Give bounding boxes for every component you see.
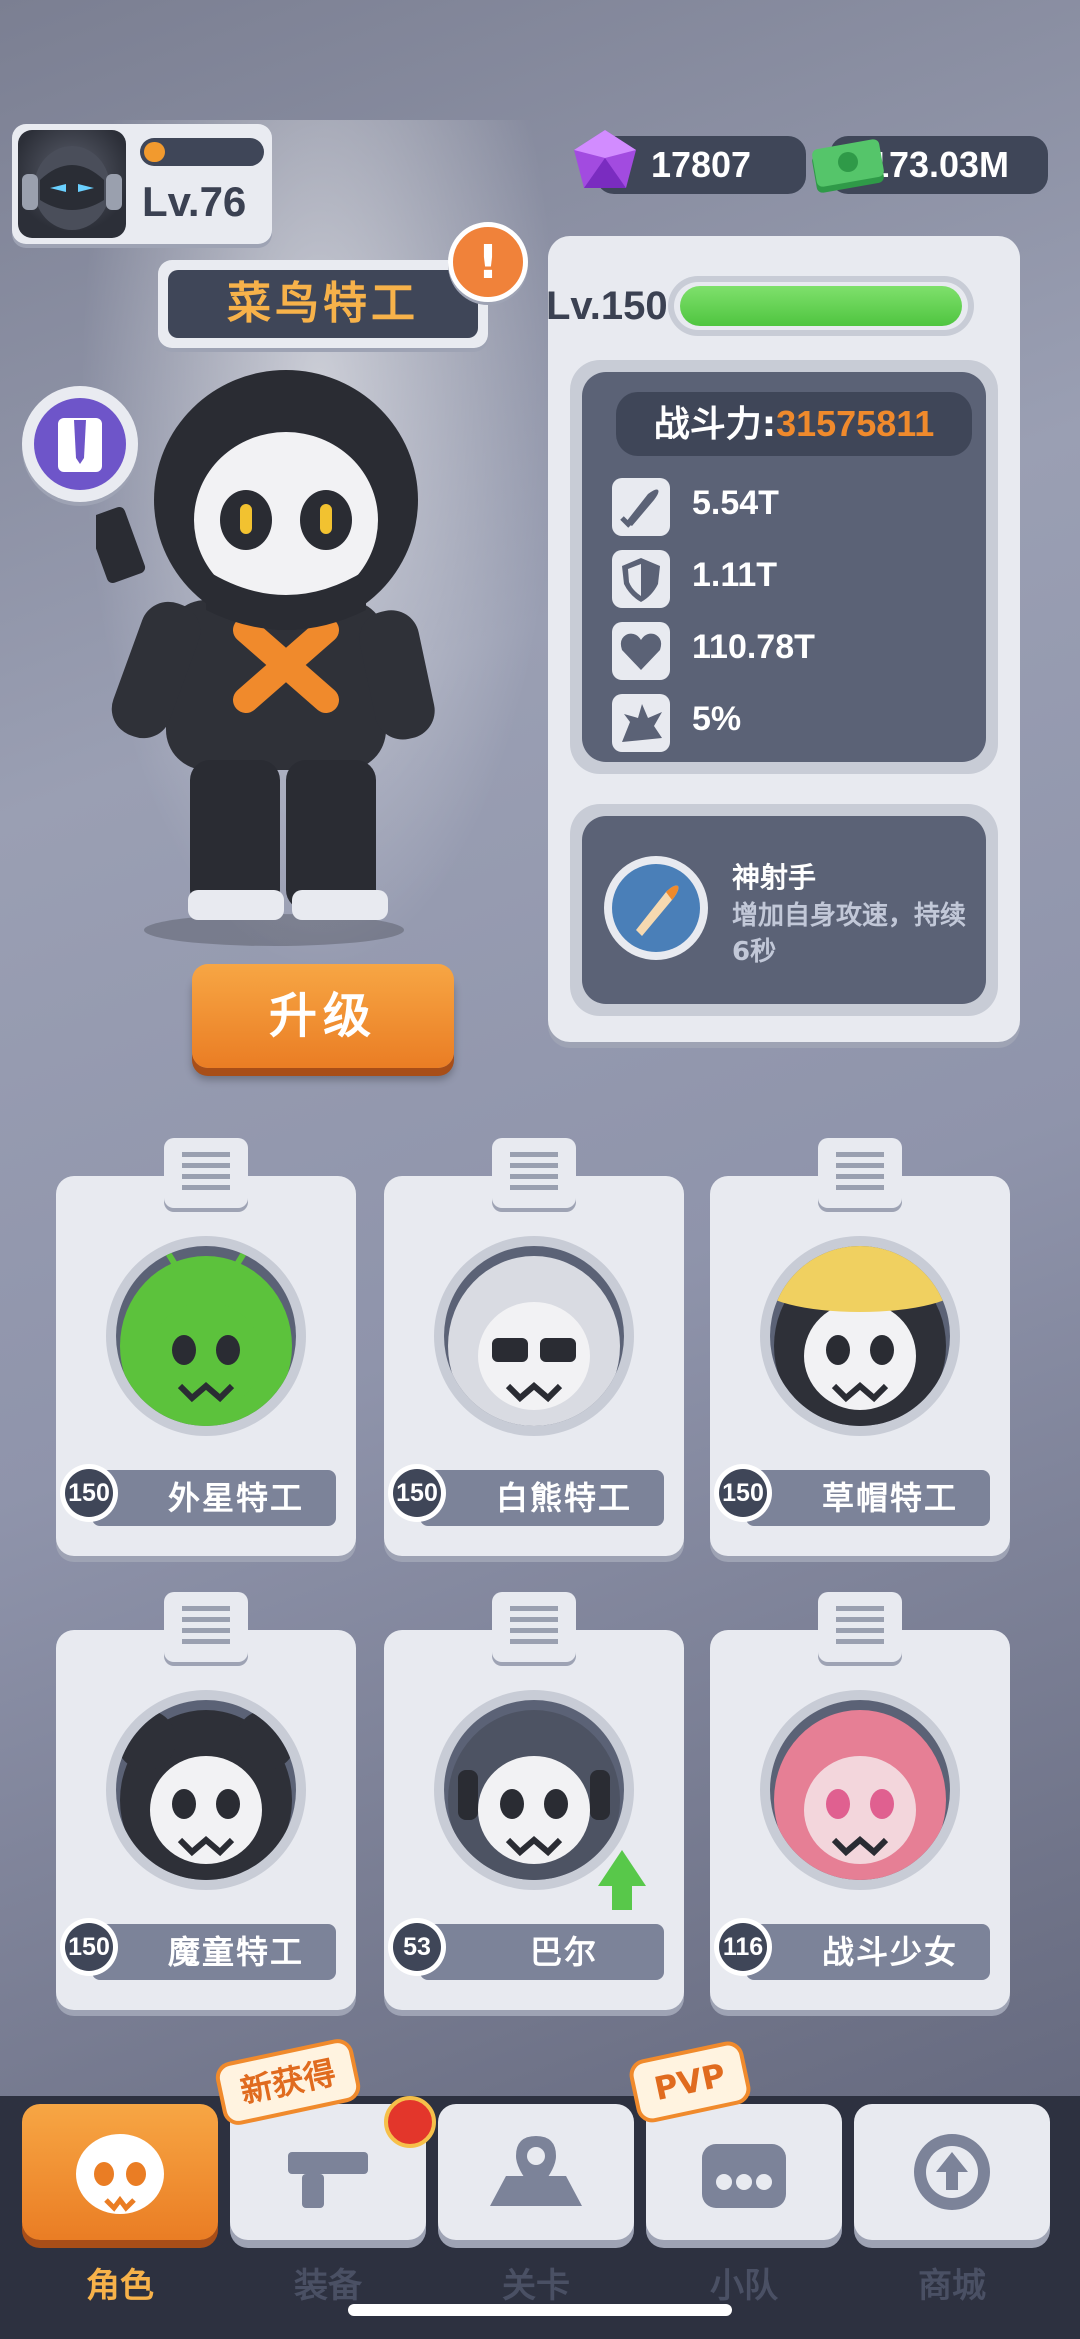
character-name-bar: 魔童特工 <box>92 1924 336 1980</box>
combat-power-label: 战斗力: <box>653 404 777 445</box>
card-clip <box>492 1138 576 1208</box>
character-name: 外星特工 <box>167 1479 304 1517</box>
character-name: 巴尔 <box>529 1933 598 1971</box>
nav-shop-label: 商城 <box>918 2266 986 2306</box>
player-avatar[interactable] <box>18 130 126 238</box>
cash-icon <box>812 139 884 193</box>
nav-character-tab[interactable] <box>22 2104 218 2240</box>
character-level: 53 <box>393 1923 441 1971</box>
character-portrait <box>760 1236 960 1436</box>
character-portrait <box>106 1236 306 1436</box>
nav-character-label: 角色 <box>86 2266 154 2306</box>
heart-icon <box>612 622 670 680</box>
character-name-bar: 外星特工 <box>92 1470 336 1526</box>
nav-shop-tab[interactable] <box>854 2104 1050 2240</box>
character-level-badge: 150 <box>60 1464 118 1522</box>
character-name: 白熊特工 <box>495 1479 632 1517</box>
character-level-badge: 150 <box>60 1918 118 1976</box>
skill-icon <box>604 856 708 960</box>
character-portrait <box>434 1236 634 1436</box>
character-level-badge: 150 <box>388 1464 446 1522</box>
stats-box: 战斗力:31575811 5.54T 1.11T 110.78T 5% <box>570 360 998 774</box>
character-name-bar: 白熊特工 <box>420 1470 664 1526</box>
character-name: 战斗少女 <box>821 1933 958 1971</box>
stat-crit-value: 5% <box>692 700 742 738</box>
player-profile[interactable]: Lv.76 <box>12 124 272 244</box>
character-level: 150 <box>65 1923 113 1971</box>
shop-icon <box>892 2122 1012 2226</box>
nav-stages-tab[interactable] <box>438 2104 634 2240</box>
combat-power-value: 31575811 <box>776 403 935 444</box>
card-clip <box>818 1138 902 1208</box>
map-pin-icon <box>476 2122 596 2226</box>
upgrade-button[interactable]: 升级 <box>192 964 454 1068</box>
hero-character <box>96 370 435 946</box>
card-clip <box>164 1592 248 1662</box>
card-clip <box>818 1592 902 1662</box>
skull-icon <box>60 2122 180 2226</box>
squad-icon <box>684 2122 804 2226</box>
character-name: 魔童特工 <box>167 1933 304 1971</box>
notification-dot <box>384 2096 436 2148</box>
hero-name-plate: 菜鸟特工 <box>158 260 488 348</box>
character-card[interactable]: 外星特工 150 <box>56 1138 356 1556</box>
hero-level: Lv.150 <box>546 284 668 328</box>
nav-equipment-label: 装备 <box>294 2266 362 2306</box>
crit-burst-icon <box>612 694 670 752</box>
bullet-skill-icon <box>636 885 679 936</box>
character-level-badge: 150 <box>714 1464 772 1522</box>
hero-name: 菜鸟特工 <box>168 270 478 338</box>
stat-defense-value: 1.11T <box>692 556 778 594</box>
character-name-bar: 草帽特工 <box>746 1470 990 1526</box>
nav-stages-label: 关卡 <box>502 2266 570 2306</box>
skill-box[interactable]: 神射手 增加自身攻速，持续6秒 <box>570 804 998 1016</box>
character-card[interactable]: 巴尔 53 <box>384 1592 684 2010</box>
card-clip <box>492 1592 576 1662</box>
character-level-badge: 53 <box>388 1918 446 1976</box>
shield-icon <box>612 550 670 608</box>
character-level-badge: 116 <box>714 1918 772 1976</box>
character-portrait <box>106 1690 306 1890</box>
bullet-icon <box>612 478 670 536</box>
upgrade-available-icon-stem <box>612 1884 632 1910</box>
nav-squad-label: 小队 <box>710 2266 778 2306</box>
gem-icon <box>574 130 636 188</box>
character-card[interactable]: 战斗少女 116 <box>710 1592 1010 2010</box>
home-indicator <box>348 2304 732 2316</box>
skill-description: 增加自身攻速，持续6秒 <box>732 901 967 967</box>
character-name-bar: 战斗少女 <box>746 1924 990 1980</box>
character-level: 150 <box>393 1469 441 1517</box>
character-portrait <box>760 1690 960 1890</box>
character-name: 草帽特工 <box>821 1479 958 1517</box>
character-level: 150 <box>65 1469 113 1517</box>
skill-name: 神射手 <box>732 861 817 894</box>
character-card[interactable]: 白熊特工 150 <box>384 1138 684 1556</box>
card-clip <box>164 1138 248 1208</box>
hero-level-fill <box>680 286 962 326</box>
alert-icon[interactable]: ! <box>448 222 528 302</box>
character-card[interactable]: 魔童特工 150 <box>56 1592 356 2010</box>
player-xp-bar <box>140 138 264 166</box>
character-level: 116 <box>719 1923 767 1971</box>
hero-level-bar <box>668 276 974 336</box>
gun-icon <box>268 2122 388 2226</box>
nav-squad-tab[interactable] <box>646 2104 842 2240</box>
stat-health-value: 110.78T <box>692 628 815 666</box>
character-name-bar: 巴尔 <box>420 1924 664 1980</box>
player-level: Lv.76 <box>142 178 247 225</box>
character-card[interactable]: 草帽特工 150 <box>710 1138 1010 1556</box>
upgrade-available-icon <box>598 1850 646 1886</box>
stat-attack-value: 5.54T <box>692 484 779 522</box>
player-xp-fill <box>144 142 165 162</box>
combat-power: 战斗力:31575811 <box>616 392 972 456</box>
character-level: 150 <box>719 1469 767 1517</box>
